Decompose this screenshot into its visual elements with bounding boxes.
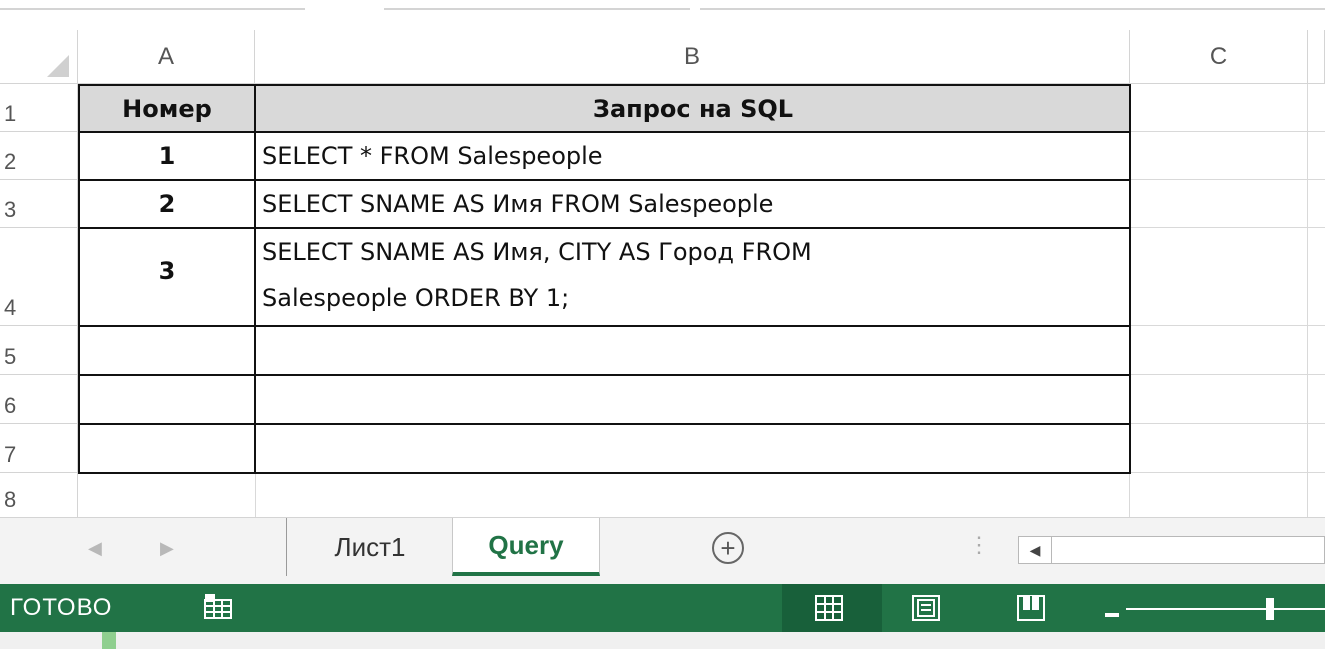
gridline [1130, 131, 1325, 132]
worksheet-grid[interactable]: A B C 1 2 3 4 5 6 7 8 Номер Запрос на SQ… [0, 30, 1325, 517]
column-header-d[interactable] [1308, 30, 1325, 83]
cell-b4-line2: Salespeople ORDER BY 1; [262, 284, 570, 312]
status-ready-label: ГОТОВО [10, 594, 113, 621]
table-border [78, 131, 1131, 133]
cell-b4[interactable]: SELECT SNAME AS Имя, CITY AS Город FROM … [256, 229, 1130, 325]
gridline [1130, 179, 1325, 180]
column-header-b[interactable]: B [255, 30, 1130, 83]
cell-b1[interactable]: Запрос на SQL [256, 85, 1130, 132]
table-border [78, 179, 1131, 181]
status-bar: ГОТОВО [0, 584, 1325, 632]
row-number: 7 [4, 442, 17, 467]
row-number: 1 [4, 101, 17, 126]
column-header-a[interactable]: A [78, 30, 255, 83]
formula-bar-remnant [0, 0, 1325, 30]
cell-a1[interactable]: Номер [79, 85, 255, 132]
scroll-left-button[interactable]: ◀ [1019, 537, 1052, 563]
row-number: 5 [4, 344, 17, 369]
table-border [1129, 84, 1131, 474]
tab-splitter-handle[interactable]: ⋮ [968, 532, 990, 558]
row-number: 4 [4, 295, 17, 320]
row-number: 6 [4, 393, 17, 418]
cell-b5[interactable] [256, 327, 1130, 374]
row-number: 2 [4, 149, 17, 174]
cell-a7[interactable] [79, 425, 255, 472]
cell-b6[interactable] [256, 376, 1130, 423]
page-break-view-icon[interactable] [1017, 595, 1045, 626]
row-header-2[interactable]: 2 [0, 132, 78, 180]
row-header-1[interactable]: 1 [0, 84, 78, 132]
zoom-slider[interactable] [1126, 596, 1325, 627]
cell-b7[interactable] [256, 425, 1130, 472]
macro-record-icon[interactable] [203, 594, 233, 625]
table-border [78, 325, 1131, 327]
row-number: 8 [4, 487, 17, 512]
cell-b3[interactable]: SELECT SNAME AS Имя FROM Salespeople [256, 181, 1130, 227]
divider [384, 8, 690, 10]
table-border [78, 423, 1131, 425]
row-header-6[interactable]: 6 [0, 375, 78, 424]
gridline [1307, 84, 1308, 517]
row-header-8[interactable]: 8 [0, 473, 78, 517]
cell-b4-line1: SELECT SNAME AS Имя, CITY AS Город FROM [262, 238, 812, 266]
cell-b2[interactable]: SELECT * FROM Salespeople [256, 133, 1130, 179]
row-header-5[interactable]: 5 [0, 326, 78, 375]
tab-query[interactable]: Query [452, 518, 600, 576]
zoom-out-icon[interactable] [1105, 605, 1119, 623]
gridline [255, 473, 256, 517]
normal-view-icon [815, 595, 843, 626]
table-border [78, 472, 1131, 474]
gridline [1130, 472, 1325, 473]
table-border [254, 84, 256, 474]
sheet-tab-bar: ◀ ▶ Лист1 Query + ⋮ ◀ [0, 517, 1325, 584]
select-all-corner[interactable] [0, 30, 78, 83]
row-header-7[interactable]: 7 [0, 424, 78, 473]
table-border [78, 84, 1131, 86]
gridline [1130, 227, 1325, 228]
scroll-right-icon[interactable]: ▶ [160, 538, 174, 559]
table-border [78, 84, 80, 474]
cell-a4[interactable]: 3 [79, 229, 255, 325]
taskbar-indicator [102, 632, 116, 649]
row-header-4[interactable]: 4 [0, 228, 78, 326]
gridline [1130, 325, 1325, 326]
select-all-triangle [47, 55, 69, 77]
cell-a6[interactable] [79, 376, 255, 423]
divider [700, 8, 1325, 10]
normal-view-button[interactable] [782, 584, 882, 632]
row-header-3[interactable]: 3 [0, 180, 78, 228]
taskbar-remnant [0, 632, 1325, 649]
row-number: 3 [4, 197, 17, 222]
gridline [1130, 423, 1325, 424]
column-header-c[interactable]: C [1130, 30, 1308, 83]
table-border [78, 374, 1131, 376]
add-sheet-icon[interactable]: + [712, 532, 744, 564]
gridline [1130, 374, 1325, 375]
divider [0, 8, 305, 10]
cell-a3[interactable]: 2 [79, 181, 255, 227]
cell-a5[interactable] [79, 327, 255, 374]
horizontal-scrollbar[interactable]: ◀ [1018, 536, 1325, 564]
table-border [78, 227, 1131, 229]
page-layout-view-icon[interactable] [912, 595, 940, 626]
tab-sheet1[interactable]: Лист1 [286, 518, 454, 576]
scroll-left-icon[interactable]: ◀ [88, 538, 102, 559]
cell-a2[interactable]: 1 [79, 133, 255, 179]
